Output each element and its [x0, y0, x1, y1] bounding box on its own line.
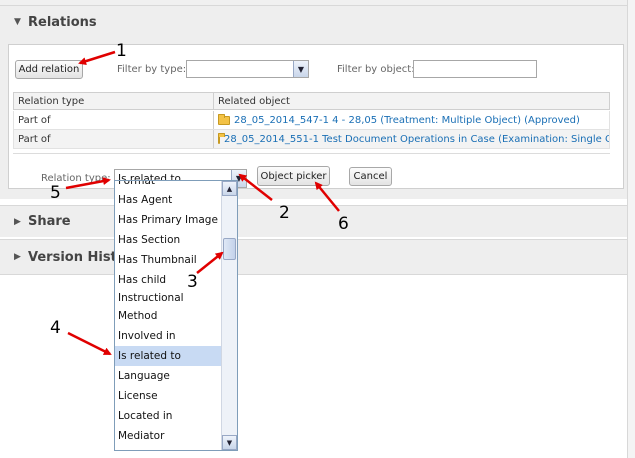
folder-icon [218, 113, 230, 125]
relations-box: Add relation Filter by type: ▼ Filter by… [8, 44, 624, 189]
related-object-text[interactable]: 28_05_2014_547-1 4 - 28,05 (Treatment: M… [234, 115, 580, 126]
row-relation-type: Part of [14, 130, 214, 148]
share-title: Share [28, 214, 71, 229]
arrow-4 [67, 331, 112, 356]
relations-panel: Add relation Filter by type: ▼ Filter by… [0, 38, 627, 199]
column-related-object[interactable]: Related object [214, 93, 609, 109]
page-scroll-edge [627, 0, 635, 458]
table-row[interactable]: Part of 28_05_2014_547-1 4 - 28,05 (Trea… [13, 111, 610, 130]
dropdown-scrollbar[interactable]: ▲ ▼ [221, 181, 237, 450]
column-relation-type[interactable]: Relation type [14, 93, 214, 109]
dropdown-option[interactable]: Has Thumbnail [115, 250, 221, 270]
table-row[interactable]: Part of 28_05_2014_551-1 Test Document O… [13, 130, 610, 149]
relations-title: Relations [28, 14, 97, 30]
filter-object-label: Filter by object: [337, 64, 415, 75]
dropdown-option-partial[interactable]: Format [115, 181, 221, 190]
dropdown-option[interactable]: Involved in [115, 326, 221, 346]
related-object-text[interactable]: 28_05_2014_551-1 Test Document Operation… [224, 134, 609, 145]
folder-icon [218, 132, 225, 144]
relations-header[interactable]: ▼ Relations [0, 6, 627, 38]
callout-1: 1 [116, 41, 127, 61]
row-related-object-link[interactable]: 28_05_2014_547-1 4 - 28,05 (Treatment: M… [214, 111, 609, 129]
dropdown-option[interactable]: Has Primary Image [115, 210, 221, 230]
divider [13, 153, 610, 154]
dropdown-options: Format Has Agent Has Primary Image Has S… [115, 181, 221, 450]
add-relation-button[interactable]: Add relation [15, 60, 83, 79]
dropdown-option[interactable]: Located in [115, 406, 221, 426]
callout-2: 2 [279, 203, 290, 223]
relations-grid-header: Relation type Related object [13, 92, 610, 110]
scrollbar-thumb[interactable] [223, 238, 236, 260]
filter-object-input[interactable] [413, 60, 537, 78]
cancel-button[interactable]: Cancel [349, 167, 392, 186]
dropdown-option[interactable]: Mediator [115, 426, 221, 446]
callout-6: 6 [338, 214, 349, 234]
dropdown-option[interactable]: License [115, 386, 221, 406]
callout-4: 4 [50, 318, 61, 338]
scroll-up-icon[interactable]: ▲ [222, 181, 237, 196]
share-header[interactable]: ▶ Share [0, 205, 627, 237]
dropdown-option[interactable]: Has Agent [115, 190, 221, 210]
callout-5: 5 [50, 183, 61, 203]
row-related-object-link[interactable]: 28_05_2014_551-1 Test Document Operation… [214, 130, 609, 148]
dropdown-option[interactable]: Language [115, 366, 221, 386]
expand-triangle-icon: ▶ [14, 252, 21, 262]
filter-type-select[interactable]: ▼ [186, 60, 309, 78]
filter-type-label: Filter by type: [117, 64, 187, 75]
row-relation-type: Part of [14, 111, 214, 129]
expand-triangle-icon: ▶ [14, 216, 21, 227]
relation-type-dropdown[interactable]: Format Has Agent Has Primary Image Has S… [114, 180, 238, 451]
dropdown-option[interactable]: Method [115, 307, 221, 326]
object-picker-button[interactable]: Object picker [257, 166, 330, 186]
dropdown-option[interactable]: Instructional [115, 290, 221, 307]
collapse-triangle-icon: ▼ [14, 17, 21, 27]
chevron-down-icon[interactable]: ▼ [293, 61, 308, 77]
callout-3: 3 [187, 272, 198, 292]
dropdown-option[interactable]: Has child [115, 270, 221, 290]
version-history-header[interactable]: ▶ Version Histor [0, 239, 627, 275]
dropdown-option-selected[interactable]: Is related to [115, 346, 221, 366]
scroll-down-icon[interactable]: ▼ [222, 435, 237, 450]
dropdown-option[interactable]: Has Section [115, 230, 221, 250]
